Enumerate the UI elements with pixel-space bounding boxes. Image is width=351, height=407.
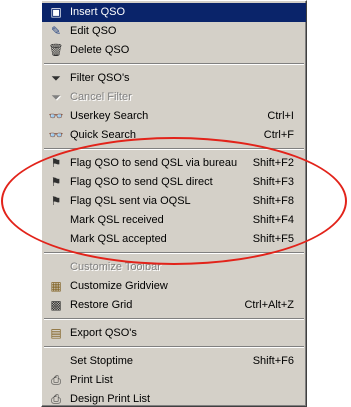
userkey-search-item[interactable]: 👓 Userkey Search Ctrl+I [42, 107, 306, 126]
menu-item-label: Customize Gridview [70, 280, 168, 292]
flag-qsl-oqsl-item[interactable]: ⚑ Flag QSL sent via OQSL Shift+F8 [42, 192, 306, 211]
menu-separator [42, 315, 306, 324]
customize-gridview-item[interactable]: ▦ Customize Gridview [42, 277, 306, 296]
cancel-filter-item: ⏷ Cancel Filter [42, 88, 306, 107]
delete-qso-item[interactable]: 🗑 Delete QSO [42, 41, 306, 60]
flag-icon: ⚑ [50, 156, 62, 170]
design-print-list-item[interactable]: ⎙ Design Print List [42, 390, 306, 407]
menu-item-label: Mark QSL accepted [70, 233, 167, 245]
restore-grid-item[interactable]: ▩ Restore Grid Ctrl+Alt+Z [42, 296, 306, 315]
insert-qso-icon: ▣ [50, 5, 62, 19]
menu-separator [42, 249, 306, 258]
print-list-item[interactable]: ⎙ Print List [42, 371, 306, 390]
menu-item-label: Userkey Search [70, 110, 149, 122]
menu-separator [42, 145, 306, 154]
export-icon: ▤ [50, 326, 62, 340]
flag-icon: ⚑ [50, 194, 62, 208]
menu-item-shortcut: Shift+F2 [252, 157, 294, 169]
insert-qso-item[interactable]: ▣ Insert QSO [42, 3, 306, 22]
flag-qsl-direct-item[interactable]: ⚑ Flag QSO to send QSL direct Shift+F3 [42, 173, 306, 192]
menu-item-label: Delete QSO [70, 44, 130, 56]
menu-item-shortcut: Ctrl+F [263, 129, 294, 141]
menu-item-shortcut: Shift+F3 [252, 176, 294, 188]
menu-item-label: Insert QSO [70, 6, 126, 18]
edit-qso-icon: ✎ [50, 24, 62, 38]
cancel-filter-icon: ⏷ [51, 90, 61, 104]
restore-grid-icon: ▩ [50, 298, 62, 312]
menu-item-label: Quick Search [70, 129, 137, 141]
flag-icon: ⚑ [50, 175, 62, 189]
design-print-icon: ⎙ [51, 392, 61, 406]
quick-search-item[interactable]: 👓 Quick Search Ctrl+F [42, 126, 306, 145]
menu-item-label: Flag QSO to send QSL via bureau [70, 157, 238, 169]
menu-item-label: Flag QSL sent via OQSL [70, 195, 191, 207]
menu-item-label: Edit QSO [70, 25, 117, 37]
flag-qsl-bureau-item[interactable]: ⚑ Flag QSO to send QSL via bureau Shift+F2 [42, 154, 306, 173]
menu-item-label: Set Stoptime [70, 355, 133, 367]
menu-item-shortcut: Ctrl+Alt+Z [244, 299, 294, 311]
menu-item-label: Customize Toolbar [70, 261, 161, 273]
set-stoptime-item[interactable]: Set Stoptime Shift+F6 [42, 352, 306, 371]
menu-item-label: Export QSO's [70, 327, 137, 339]
context-menu: ▣ Insert QSO ✎ Edit QSO 🗑 Delete QSO ⏷ Filter Q… [41, 0, 307, 407]
binoculars-icon: 👓 [48, 128, 64, 142]
menu-item-shortcut: Shift+F4 [252, 214, 294, 226]
menu-item-label: Flag QSO to send QSL direct [70, 176, 213, 188]
menu-item-shortcut: Shift+F5 [252, 233, 294, 245]
grid-icon: ▦ [50, 279, 62, 293]
export-qsos-item[interactable]: ▤ Export QSO's [42, 324, 306, 343]
menu-separator [42, 343, 306, 352]
menu-item-label: Print List [70, 374, 113, 386]
menu-item-label: Design Print List [70, 393, 151, 405]
menu-item-shortcut: Ctrl+I [267, 110, 294, 122]
filter-qsos-item[interactable]: ⏷ Filter QSO's [42, 69, 306, 88]
mark-qsl-received-item[interactable]: Mark QSL received Shift+F4 [42, 211, 306, 230]
mark-qsl-accepted-item[interactable]: Mark QSL accepted Shift+F5 [42, 230, 306, 249]
menu-item-label: Cancel Filter [70, 91, 132, 103]
menu-item-shortcut: Shift+F6 [252, 355, 294, 367]
menu-item-label: Filter QSO's [70, 72, 130, 84]
customize-toolbar-item: Customize Toolbar [42, 258, 306, 277]
menu-item-shortcut: Shift+F8 [252, 195, 294, 207]
filter-icon: ⏷ [51, 71, 61, 85]
menu-item-label: Mark QSL received [70, 214, 164, 226]
edit-qso-item[interactable]: ✎ Edit QSO [42, 22, 306, 41]
binoculars-icon: 👓 [48, 109, 64, 123]
trash-icon: 🗑 [48, 43, 64, 57]
printer-icon: ⎙ [51, 373, 61, 387]
menu-item-label: Restore Grid [70, 299, 133, 311]
menu-separator [42, 60, 306, 69]
